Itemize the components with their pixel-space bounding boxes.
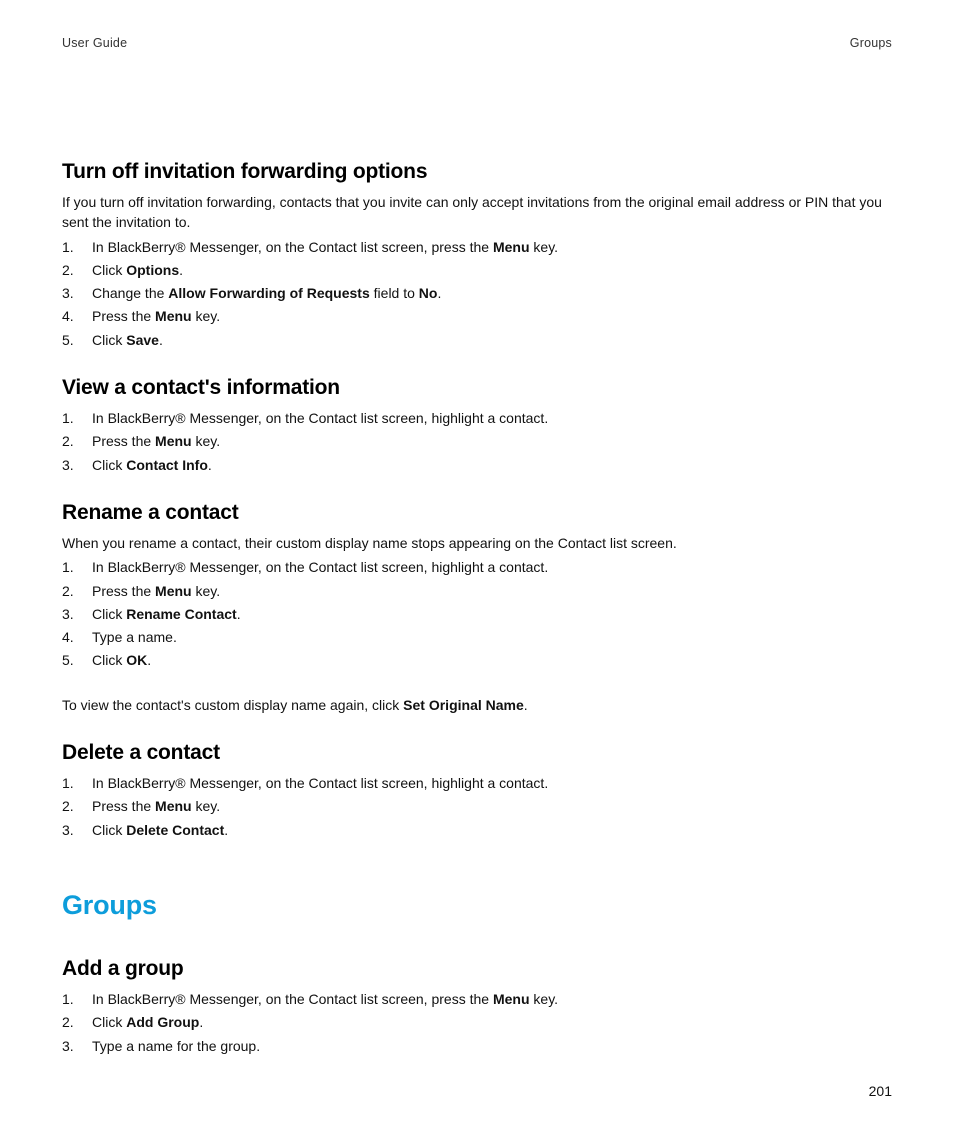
heading-rename-contact: Rename a contact bbox=[62, 501, 892, 525]
list-item: In BlackBerry® Messenger, on the Contact… bbox=[62, 408, 892, 428]
steps-delete-contact: In BlackBerry® Messenger, on the Contact… bbox=[62, 773, 892, 840]
list-item: Click OK. bbox=[62, 650, 892, 670]
section-delete-contact: Delete a contact In BlackBerry® Messenge… bbox=[62, 741, 892, 840]
section-view-contact: View a contact's information In BlackBer… bbox=[62, 376, 892, 475]
steps-view-contact: In BlackBerry® Messenger, on the Contact… bbox=[62, 408, 892, 475]
steps-turn-off-invitation: In BlackBerry® Messenger, on the Contact… bbox=[62, 237, 892, 350]
intro-turn-off-invitation: If you turn off invitation forwarding, c… bbox=[62, 192, 892, 233]
list-item: In BlackBerry® Messenger, on the Contact… bbox=[62, 237, 892, 257]
steps-add-group: In BlackBerry® Messenger, on the Contact… bbox=[62, 989, 892, 1056]
list-item: Press the Menu key. bbox=[62, 306, 892, 326]
list-item: Press the Menu key. bbox=[62, 796, 892, 816]
list-item: In BlackBerry® Messenger, on the Contact… bbox=[62, 773, 892, 793]
section-turn-off-invitation: Turn off invitation forwarding options I… bbox=[62, 160, 892, 350]
heading-turn-off-invitation: Turn off invitation forwarding options bbox=[62, 160, 892, 184]
heading-view-contact: View a contact's information bbox=[62, 376, 892, 400]
list-item: Click Contact Info. bbox=[62, 455, 892, 475]
list-item: Click Add Group. bbox=[62, 1012, 892, 1032]
chapter-title-groups: Groups bbox=[62, 890, 892, 921]
page-number: 201 bbox=[869, 1083, 892, 1099]
heading-add-group: Add a group bbox=[62, 957, 892, 981]
list-item: In BlackBerry® Messenger, on the Contact… bbox=[62, 557, 892, 577]
page-header: User Guide Groups bbox=[62, 36, 892, 50]
list-item: Press the Menu key. bbox=[62, 581, 892, 601]
header-left: User Guide bbox=[62, 36, 127, 50]
section-add-group: Add a group In BlackBerry® Messenger, on… bbox=[62, 957, 892, 1056]
steps-rename-contact: In BlackBerry® Messenger, on the Contact… bbox=[62, 557, 892, 670]
list-item: Type a name for the group. bbox=[62, 1036, 892, 1056]
list-item: Change the Allow Forwarding of Requests … bbox=[62, 283, 892, 303]
heading-delete-contact: Delete a contact bbox=[62, 741, 892, 765]
list-item: Click Options. bbox=[62, 260, 892, 280]
list-item: Type a name. bbox=[62, 627, 892, 647]
trailing-rename-contact: To view the contact's custom display nam… bbox=[62, 695, 892, 715]
list-item: Press the Menu key. bbox=[62, 431, 892, 451]
list-item: Click Save. bbox=[62, 330, 892, 350]
list-item: Click Rename Contact. bbox=[62, 604, 892, 624]
intro-rename-contact: When you rename a contact, their custom … bbox=[62, 533, 892, 553]
list-item: Click Delete Contact. bbox=[62, 820, 892, 840]
header-right: Groups bbox=[850, 36, 892, 50]
list-item: In BlackBerry® Messenger, on the Contact… bbox=[62, 989, 892, 1009]
section-rename-contact: Rename a contact When you rename a conta… bbox=[62, 501, 892, 715]
